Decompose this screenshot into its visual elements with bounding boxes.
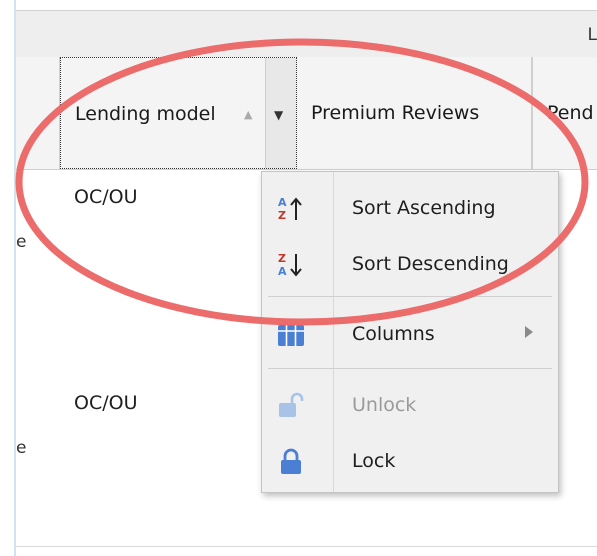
column-header-pend-label: Pend [547, 102, 594, 124]
column-menu-trigger-button[interactable]: ▼ [265, 58, 296, 168]
menu-separator [268, 296, 552, 297]
svg-text:A: A [278, 265, 287, 278]
column-header-pend[interactable]: Pend [532, 57, 597, 169]
column-header-first[interactable] [16, 57, 60, 169]
menu-item-sort-descending[interactable]: Z A Sort Descending [262, 236, 558, 292]
sort-indicator-icon: ▲ [244, 108, 253, 121]
table-cell-first: e [16, 232, 27, 252]
table-cell-first: e [16, 438, 27, 458]
sort-za-icon: Z A [278, 252, 302, 278]
table-cell-lending-model: OC/OU [74, 392, 138, 414]
menu-item-label: Columns [352, 323, 435, 345]
svg-text:A: A [278, 196, 287, 209]
column-context-menu: A Z Sort Ascending Z A Sort Descending C… [261, 171, 559, 493]
sort-az-icon: A Z [278, 196, 302, 222]
menu-item-label: Lock [352, 450, 396, 472]
menu-item-label: Unlock [352, 394, 417, 416]
column-header-row: Lending model ▲ ▼ Premium Reviews Pend [16, 57, 597, 170]
chevron-down-icon: ▼ [274, 108, 284, 122]
submenu-arrow-icon [525, 326, 533, 338]
group-header-band: L [16, 10, 597, 58]
column-header-lending-model-label: Lending model [75, 103, 216, 125]
unlock-icon [279, 392, 304, 417]
table-cell-lending-model: OC/OU [74, 186, 138, 208]
column-header-premium-reviews[interactable]: Premium Reviews [297, 57, 532, 169]
menu-item-label: Sort Ascending [352, 197, 496, 219]
column-header-lending-model[interactable]: Lending model ▲ ▼ [60, 57, 297, 169]
svg-text:Z: Z [278, 252, 286, 265]
menu-item-label: Sort Descending [352, 253, 509, 275]
menu-item-unlock[interactable]: Unlock [262, 377, 558, 433]
columns-grid-icon [278, 325, 304, 346]
group-header-label: L [587, 25, 597, 45]
menu-item-columns[interactable]: Columns [262, 306, 558, 362]
lock-icon [281, 448, 301, 474]
menu-item-lock[interactable]: Lock [262, 433, 558, 489]
column-header-premium-reviews-label: Premium Reviews [311, 102, 480, 124]
menu-separator [268, 368, 552, 369]
svg-text:Z: Z [278, 209, 286, 222]
menu-item-sort-ascending[interactable]: A Z Sort Ascending [262, 180, 558, 236]
